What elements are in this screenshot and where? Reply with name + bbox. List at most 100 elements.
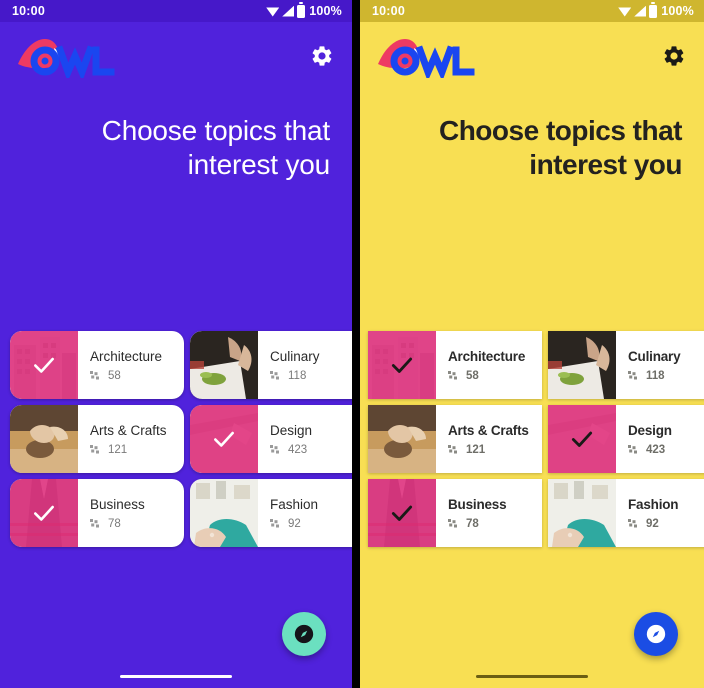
topic-card-architecture[interactable]: Architecture 58 <box>10 331 184 399</box>
topic-meta: 58 <box>90 370 184 382</box>
compass-explore-icon <box>294 624 314 644</box>
topic-thumbnail <box>10 331 78 399</box>
course-count-grid-icon <box>448 444 457 453</box>
explore-fab[interactable] <box>282 612 326 656</box>
course-count-grid-icon <box>628 444 637 453</box>
status-bar: 10:00 100% <box>360 0 704 22</box>
topic-meta: 121 <box>448 444 542 456</box>
topic-card-arts-and-crafts[interactable]: Arts & Crafts 121 <box>10 405 184 473</box>
owl-logo[interactable] <box>14 33 120 79</box>
topic-count: 121 <box>466 443 486 456</box>
battery-percent-label: 100% <box>309 4 342 18</box>
panel-divider <box>352 0 360 688</box>
topic-card-design[interactable]: Design 423 <box>548 405 704 473</box>
topic-thumbnail <box>10 479 78 547</box>
topic-count: 92 <box>646 517 659 530</box>
course-count-grid-icon <box>448 518 457 527</box>
topic-title: Culinary <box>628 348 681 364</box>
topic-card-business[interactable]: Business 78 <box>368 479 542 547</box>
topic-title: Culinary <box>270 348 320 364</box>
battery-icon <box>649 2 658 18</box>
topic-title: Architecture <box>448 348 526 364</box>
wifi-icon <box>266 7 280 17</box>
topic-card-body: Arts & Crafts 121 <box>436 405 542 473</box>
topic-card-body: Business 78 <box>436 479 542 547</box>
course-count-grid-icon <box>448 370 457 379</box>
topic-thumbnail <box>368 405 436 473</box>
cellular-signal-icon <box>282 5 295 17</box>
home-indicator <box>120 675 232 678</box>
topic-card-fashion[interactable]: Fashion 92 <box>190 479 352 547</box>
topic-count: 58 <box>466 369 479 382</box>
topic-count: 118 <box>288 369 307 382</box>
page-title-line-1: Choose topics that <box>101 115 331 146</box>
topic-card-body: Fashion 92 <box>616 479 704 547</box>
course-count-grid-icon <box>90 370 99 379</box>
topic-thumbnail <box>548 331 616 399</box>
topic-grid: Architecture 58 Culinary 118 Arts & Craf… <box>360 331 704 553</box>
topic-row: Architecture 58 Culinary 118 <box>10 331 352 399</box>
topic-meta: 121 <box>90 444 184 456</box>
selected-checkmark <box>10 479 78 547</box>
topic-card-body: Arts & Crafts 121 <box>78 405 184 473</box>
course-count-grid-icon <box>90 444 99 453</box>
selected-checkmark <box>368 479 436 547</box>
explore-fab[interactable] <box>634 612 678 656</box>
topic-card-body: Business 78 <box>78 479 184 547</box>
phone-preview-yellow-theme: 10:00 100% Choose topics that interest y… <box>360 0 704 688</box>
topic-title: Design <box>628 422 672 438</box>
battery-percent-label: 100% <box>661 4 694 18</box>
topic-thumbnail <box>548 405 616 473</box>
page-title: Choose topics that interest you <box>360 90 704 182</box>
topic-meta: 423 <box>270 444 352 456</box>
topic-count: 423 <box>288 443 308 456</box>
app-bar <box>360 22 704 90</box>
topic-card-culinary[interactable]: Culinary 118 <box>548 331 704 399</box>
topic-count: 423 <box>646 443 666 456</box>
topic-meta: 118 <box>270 370 352 382</box>
topic-count: 92 <box>288 517 301 530</box>
page-title: Choose topics that interest you <box>0 90 352 182</box>
topic-meta: 423 <box>628 444 704 456</box>
page-title-line-2: interest you <box>187 149 331 181</box>
owl-logo[interactable] <box>374 33 480 79</box>
status-bar-time: 10:00 <box>12 4 45 18</box>
course-count-grid-icon <box>270 518 279 527</box>
topic-card-fashion[interactable]: Fashion 92 <box>548 479 704 547</box>
topic-meta: 92 <box>628 518 704 530</box>
course-count-grid-icon <box>90 518 99 527</box>
topic-meta: 118 <box>628 370 704 382</box>
topic-card-business[interactable]: Business 78 <box>10 479 184 547</box>
topic-title: Arts & Crafts <box>448 422 529 438</box>
topic-row: Business 78 Fashion 92 <box>10 479 352 547</box>
topic-card-design[interactable]: Design 423 <box>190 405 352 473</box>
course-count-grid-icon <box>628 370 637 379</box>
topic-card-body: Culinary 118 <box>258 331 352 399</box>
topic-row: Architecture 58 Culinary 118 <box>368 331 704 399</box>
status-bar-time: 10:00 <box>372 4 405 18</box>
course-count-grid-icon <box>270 444 279 453</box>
status-bar-indicators: 100% <box>266 2 342 18</box>
topic-card-body: Culinary 118 <box>616 331 704 399</box>
topic-grid: Architecture 58 Culinary 118 Arts & Craf… <box>0 331 352 553</box>
topic-card-body: Design 423 <box>616 405 704 473</box>
course-count-grid-icon <box>628 518 637 527</box>
gear-icon[interactable] <box>310 44 334 68</box>
topic-card-architecture[interactable]: Architecture 58 <box>368 331 542 399</box>
topic-meta: 92 <box>270 518 352 530</box>
selected-checkmark <box>10 331 78 399</box>
topic-count: 121 <box>108 443 128 456</box>
app-bar <box>0 22 352 90</box>
status-bar: 10:00 100% <box>0 0 352 22</box>
topic-card-body: Architecture 58 <box>78 331 184 399</box>
page-title-line-1: Choose topics that <box>438 115 683 146</box>
topic-card-culinary[interactable]: Culinary 118 <box>190 331 352 399</box>
phone-preview-purple-theme: 10:00 100% Choose topics that interest y… <box>0 0 352 688</box>
topic-meta: 58 <box>448 370 542 382</box>
topic-card-arts-and-crafts[interactable]: Arts & Crafts 121 <box>368 405 542 473</box>
selected-checkmark <box>190 405 258 473</box>
topic-thumbnail <box>368 479 436 547</box>
topic-card-body: Architecture 58 <box>436 331 542 399</box>
selected-checkmark <box>368 331 436 399</box>
gear-icon[interactable] <box>662 44 686 68</box>
